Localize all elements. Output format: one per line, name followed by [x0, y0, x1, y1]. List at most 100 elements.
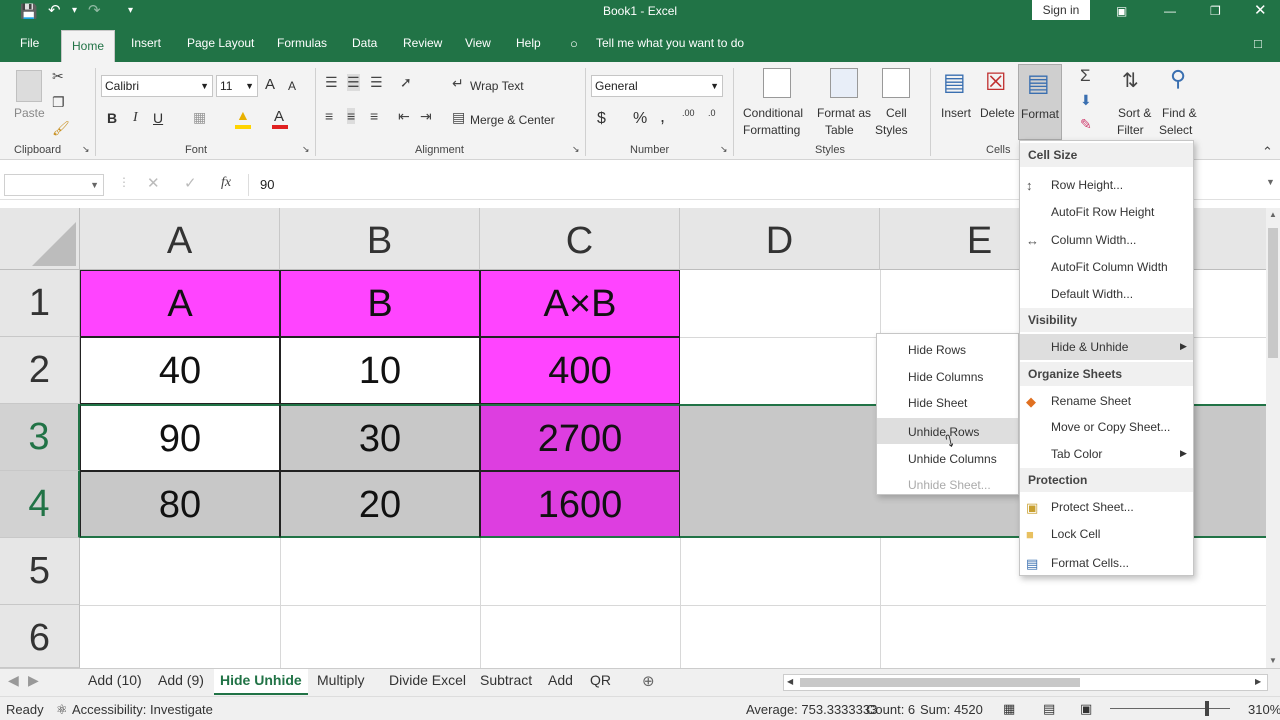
cell-a3[interactable]: 90 — [80, 404, 280, 471]
format-as-table-label-2[interactable]: Table — [825, 123, 854, 137]
vertical-scrollbar[interactable]: ▲ ▼ — [1266, 208, 1280, 668]
format-button[interactable]: ▤ Format — [1018, 64, 1062, 140]
sheet-tab-divide-excel[interactable]: Divide Excel — [389, 672, 466, 688]
sheet-tab-hide-unhide[interactable]: Hide Unhide — [214, 669, 308, 695]
row-header-1[interactable]: 1 — [0, 270, 80, 337]
column-header-c[interactable]: C — [480, 208, 680, 270]
hide-columns-item[interactable]: Hide Columns — [877, 363, 1018, 389]
autofit-row-height-item[interactable]: AutoFit Row Height — [1020, 199, 1193, 225]
cell-c1[interactable]: A×B — [480, 270, 680, 337]
sheet-tab-add-9[interactable]: Add (9) — [158, 672, 204, 688]
cell-b2[interactable]: 10 — [280, 337, 480, 404]
redo-icon[interactable]: ↷ — [88, 0, 101, 22]
rename-sheet-item[interactable]: ◆ Rename Sheet — [1020, 388, 1193, 414]
horizontal-scroll-thumb[interactable] — [800, 678, 1080, 687]
underline-button[interactable]: U — [153, 110, 163, 126]
row-header-5[interactable]: 5 — [0, 538, 80, 605]
sheet-tab-add-10[interactable]: Add (10) — [88, 672, 142, 688]
enter-icon[interactable]: ✓ — [184, 174, 197, 192]
collapse-ribbon-icon[interactable]: ⌃ — [1262, 144, 1273, 160]
hide-rows-item[interactable]: Hide Rows — [877, 336, 1018, 362]
font-color-icon[interactable]: A — [274, 108, 284, 125]
copy-icon[interactable]: ❐ — [52, 94, 65, 111]
row-header-6[interactable]: 6 — [0, 605, 80, 668]
cell-styles-label-2[interactable]: Styles — [875, 123, 908, 137]
clipboard-launcher-icon[interactable]: ↘ — [82, 144, 90, 155]
comments-icon[interactable]: □ — [1254, 36, 1262, 51]
autofit-column-width-item[interactable]: AutoFit Column Width — [1020, 254, 1193, 280]
borders-icon[interactable]: ▦ — [193, 109, 206, 126]
bold-button[interactable]: B — [107, 110, 117, 126]
tab-formulas[interactable]: Formulas — [277, 36, 327, 50]
insert-button[interactable]: Insert — [941, 106, 971, 120]
sort-filter-label[interactable]: Sort & — [1118, 106, 1151, 120]
row-header-4[interactable]: 4 — [0, 471, 80, 538]
lock-cell-item[interactable]: ■ Lock Cell — [1020, 521, 1193, 547]
tab-file[interactable]: File — [20, 36, 39, 50]
insert-function-button[interactable]: fx — [221, 175, 231, 191]
sheet-tab-add[interactable]: Add — [548, 672, 573, 688]
select-all-button[interactable] — [0, 208, 80, 270]
default-width-item[interactable]: Default Width... — [1020, 281, 1193, 307]
number-launcher-icon[interactable]: ↘ — [720, 144, 728, 155]
paste-button[interactable]: Paste — [14, 106, 45, 120]
vertical-scroll-thumb[interactable] — [1268, 228, 1278, 358]
undo-icon[interactable]: ↶ — [48, 0, 61, 22]
page-layout-view-icon[interactable]: ▤ — [1043, 701, 1055, 717]
align-center-icon[interactable]: ≡ — [347, 108, 356, 124]
format-as-table-label[interactable]: Format as — [817, 106, 871, 120]
bottom-align-icon[interactable]: ☰ — [370, 74, 383, 91]
paste-icon[interactable] — [16, 70, 42, 102]
hide-sheet-item[interactable]: Hide Sheet — [877, 389, 1018, 415]
cell-b1[interactable]: B — [280, 270, 480, 337]
cell-styles-label[interactable]: Cell — [886, 106, 907, 120]
format-cells-item[interactable]: ▤ Format Cells... — [1020, 550, 1193, 576]
cell-c4[interactable]: 1600 — [480, 471, 680, 538]
sort-filter-label-2[interactable]: Filter — [1117, 123, 1144, 137]
increase-indent-icon[interactable]: ⇥ — [420, 108, 432, 125]
tab-view[interactable]: View — [465, 36, 491, 50]
close-icon[interactable]: ✕ — [1254, 0, 1267, 22]
hide-unhide-item[interactable]: Hide & Unhide ▶ — [1020, 334, 1193, 360]
font-name-select[interactable]: Calibri ▼ — [101, 75, 213, 97]
fill-icon[interactable]: ⬇ — [1080, 92, 1092, 109]
unhide-sheet-item[interactable]: Unhide Sheet... — [877, 471, 1018, 497]
undo-dropdown-icon[interactable]: ▾ — [72, 0, 77, 22]
maximize-icon[interactable]: ❐ — [1210, 0, 1221, 22]
sheet-tab-qr[interactable]: QR — [590, 672, 611, 688]
cell-c2[interactable]: 400 — [480, 337, 680, 404]
currency-button[interactable]: $ — [597, 110, 606, 128]
sheet-tab-multiply[interactable]: Multiply — [317, 672, 364, 688]
wrap-text-button[interactable]: Wrap Text — [470, 79, 524, 93]
scroll-right-icon[interactable]: ▶ — [1255, 677, 1261, 686]
cell-c3[interactable]: 2700 — [480, 404, 680, 471]
font-launcher-icon[interactable]: ↘ — [302, 144, 310, 155]
delete-button[interactable]: Delete — [980, 106, 1015, 120]
page-break-view-icon[interactable]: ▣ — [1080, 701, 1092, 717]
column-width-item[interactable]: ↔ Column Width... — [1020, 227, 1193, 253]
column-header-d[interactable]: D — [680, 208, 880, 270]
row-header-3[interactable]: 3 — [0, 404, 80, 471]
grow-font-button[interactable]: A — [265, 76, 275, 93]
cancel-icon[interactable]: ✕ — [147, 174, 160, 192]
italic-button[interactable]: I — [133, 110, 138, 126]
percent-button[interactable]: % — [633, 110, 647, 128]
cell-a4[interactable]: 80 — [80, 471, 280, 538]
shrink-font-button[interactable]: A — [288, 79, 296, 93]
zoom-slider-thumb[interactable] — [1205, 701, 1209, 716]
clear-icon[interactable]: ✎ — [1080, 116, 1092, 133]
font-size-select[interactable]: 11 ▼ — [216, 75, 258, 97]
horizontal-scrollbar[interactable]: ◀ ▶ — [783, 674, 1268, 691]
merge-center-button[interactable]: Merge & Center — [470, 113, 555, 127]
number-format-select[interactable]: General ▼ — [591, 75, 723, 97]
align-right-icon[interactable]: ≡ — [370, 108, 378, 124]
cell-b4[interactable]: 20 — [280, 471, 480, 538]
cell-a1[interactable]: A — [80, 270, 280, 337]
align-left-icon[interactable]: ≡ — [325, 108, 333, 124]
tab-home[interactable]: Home — [61, 30, 116, 62]
minimize-icon[interactable]: — — [1164, 0, 1176, 22]
column-header-a[interactable]: A — [80, 208, 280, 270]
zoom-slider[interactable] — [1110, 708, 1230, 709]
autosum-icon[interactable]: Σ — [1080, 66, 1091, 86]
next-sheet-icon[interactable]: ▶ — [28, 672, 39, 689]
